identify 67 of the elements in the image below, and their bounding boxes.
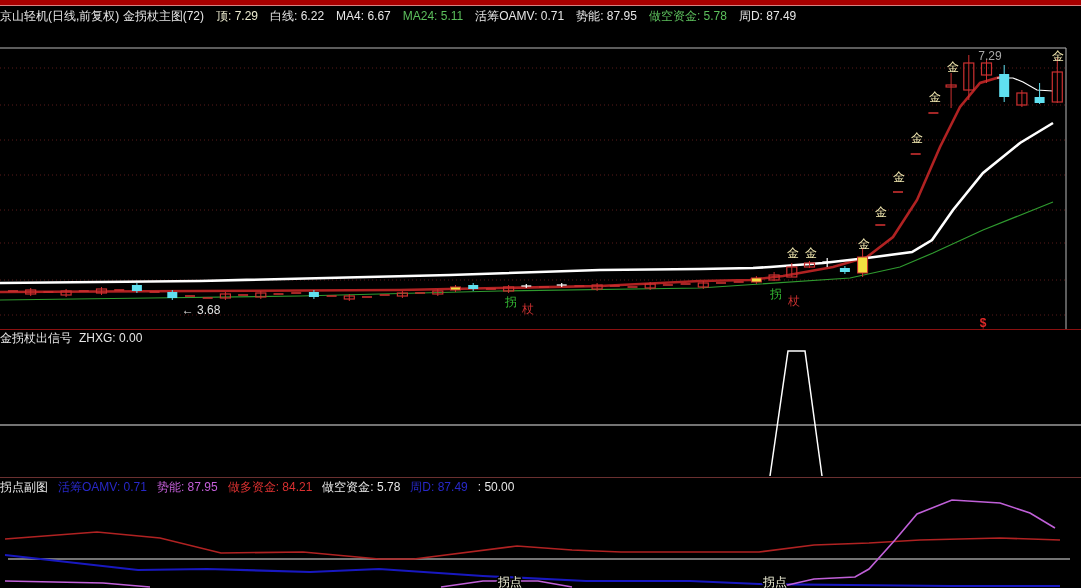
candle bbox=[432, 288, 444, 297]
indicator-reading: 做空资金: 5.78 bbox=[322, 480, 401, 494]
indicator-reading: 做多资金: 84.21 bbox=[227, 480, 313, 494]
candle bbox=[396, 290, 408, 299]
candle bbox=[697, 280, 709, 290]
indicator-reading: 活筹OAMV: 0.71 bbox=[58, 480, 147, 494]
candle bbox=[839, 265, 850, 275]
candle bbox=[167, 289, 178, 301]
indicator-reading: 势能: 87.95 bbox=[576, 9, 637, 23]
candle bbox=[308, 289, 319, 300]
candle bbox=[219, 291, 231, 301]
sell-signal-label: $ bbox=[979, 316, 987, 329]
candle bbox=[945, 72, 957, 109]
signal-label: 金 bbox=[911, 131, 923, 145]
signal-label: 金 bbox=[929, 90, 941, 104]
candle bbox=[520, 283, 532, 289]
indicator-reading: 势能: 87.95 bbox=[156, 480, 218, 494]
candle bbox=[450, 284, 461, 293]
short-average-line bbox=[996, 77, 1054, 92]
candle bbox=[963, 54, 975, 101]
signal-label: 金 bbox=[1052, 49, 1064, 63]
candle bbox=[786, 262, 798, 278]
indicator-reading: MA24: 5.11 bbox=[402, 9, 464, 23]
indicator-reading: 活筹OAMV: 0.71 bbox=[475, 9, 565, 23]
candle bbox=[255, 290, 267, 300]
indicator-reading: MA4: 6.67 bbox=[336, 9, 391, 23]
candle bbox=[1034, 82, 1045, 105]
signal-label: 金 bbox=[858, 237, 870, 251]
candle bbox=[591, 282, 603, 292]
candle bbox=[750, 275, 762, 285]
candle bbox=[60, 288, 72, 298]
signal-label: 杖 bbox=[522, 302, 534, 316]
candle bbox=[468, 282, 479, 292]
chart-title: 金拐杖出信号 bbox=[0, 331, 72, 345]
price-label: ← 3.68 bbox=[181, 303, 221, 317]
candle bbox=[1016, 89, 1028, 108]
indicator-reading: ZHXG: 0.00 bbox=[79, 331, 143, 345]
candle bbox=[857, 247, 869, 278]
candle bbox=[95, 286, 108, 296]
candle bbox=[803, 260, 816, 269]
signal-label: 金 bbox=[787, 246, 799, 260]
signal-label: 拐 bbox=[505, 295, 517, 309]
signal-label: 金 bbox=[893, 170, 905, 184]
signal-label: 拐 bbox=[770, 287, 782, 301]
candle bbox=[25, 287, 37, 297]
chart-title: 拐点副图 bbox=[0, 480, 48, 494]
candle bbox=[768, 271, 780, 282]
indicator-reading: 周D: 87.49 bbox=[410, 480, 468, 494]
signal-label: 金 bbox=[875, 205, 887, 219]
indicator-reading: : 50.00 bbox=[477, 480, 515, 494]
candle bbox=[821, 257, 833, 268]
signal-label: 杖 bbox=[788, 294, 800, 308]
candle bbox=[503, 284, 515, 294]
candle bbox=[644, 281, 656, 291]
indicator-reading: 做空资金: 5.78 bbox=[648, 9, 727, 23]
indicator-reading: 顶: 7.29 bbox=[216, 9, 259, 23]
candle bbox=[343, 293, 355, 302]
price-label: 7.29 bbox=[978, 49, 1002, 63]
indicator-reading: 周D: 87.49 bbox=[738, 9, 797, 23]
candle bbox=[556, 282, 568, 288]
signal-label: 金 bbox=[947, 60, 959, 74]
signal-label: 金 bbox=[805, 246, 817, 260]
candle bbox=[131, 282, 142, 294]
indicator-reading: 白线: 6.22 bbox=[270, 9, 325, 23]
candle bbox=[999, 64, 1010, 103]
chart-title: 京山轻机(日线,前复权) 金拐杖主图(72) bbox=[0, 9, 204, 23]
candle bbox=[980, 59, 993, 84]
